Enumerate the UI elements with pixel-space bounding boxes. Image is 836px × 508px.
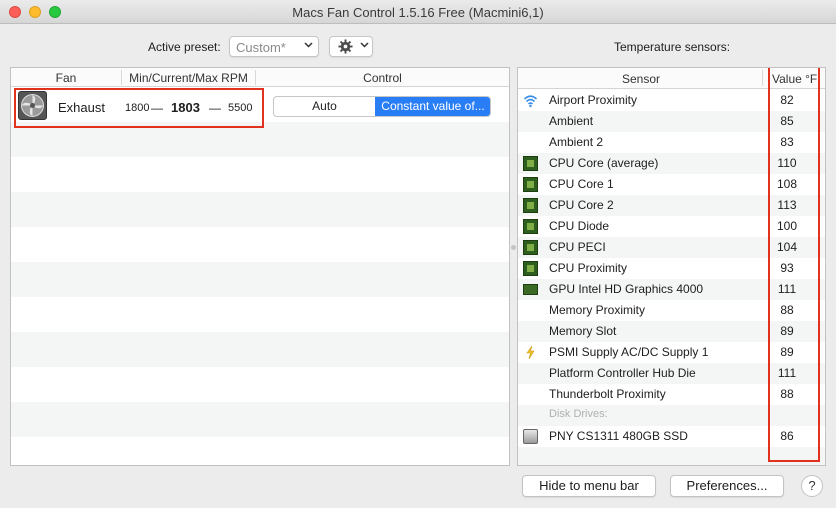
cpu-chip-icon	[523, 240, 538, 255]
disk-drive-icon	[523, 429, 538, 444]
disk-drives-group-label: Disk Drives:	[549, 408, 608, 420]
cpu-chip-icon	[523, 156, 538, 171]
chevron-down-icon	[360, 40, 369, 52]
sensor-name: CPU Core 2	[549, 198, 614, 212]
preset-select[interactable]: Custom*	[229, 36, 319, 57]
fan-table-header: Fan Min/Current/Max RPM Control	[11, 68, 509, 87]
gear-icon	[338, 39, 353, 57]
sensor-name: PNY CS1311 480GB SSD	[549, 429, 688, 443]
fan-control-segmented: Auto Constant value of...	[273, 96, 491, 117]
hide-to-menu-bar-button[interactable]: Hide to menu bar	[522, 475, 656, 497]
highlight-box	[14, 88, 264, 128]
sensor-name: GPU Intel HD Graphics 4000	[549, 282, 704, 296]
help-button[interactable]: ?	[801, 475, 823, 497]
table-row-empty	[11, 297, 509, 332]
preset-value: Custom*	[236, 40, 286, 55]
chevron-down-icon	[304, 40, 313, 52]
sensor-name: CPU PECI	[549, 240, 606, 254]
sensor-name: CPU Proximity	[549, 261, 628, 275]
split-view-divider[interactable]	[510, 240, 516, 256]
sensor-name: Ambient	[549, 114, 594, 128]
sensor-name: Memory Proximity	[549, 303, 646, 317]
gpu-card-icon	[523, 284, 538, 295]
highlight-box	[768, 68, 820, 462]
table-row-empty	[11, 402, 509, 437]
sensor-name: PSMI Supply AC/DC Supply 1	[549, 345, 709, 359]
control-auto-button[interactable]: Auto	[274, 97, 375, 116]
table-row-empty	[11, 262, 509, 297]
window-title: Macs Fan Control 1.5.16 Free (Macmini6,1…	[292, 5, 544, 20]
sensor-name: CPU Core 1	[549, 177, 614, 191]
column-header-sensor[interactable]: Sensor	[622, 72, 660, 86]
cpu-chip-icon	[523, 261, 538, 276]
sensor-name: Memory Slot	[549, 324, 617, 338]
control-constant-value-button[interactable]: Constant value of...	[375, 97, 490, 116]
sensor-table: Sensor Value °F Airport Proximity 82 Amb…	[517, 67, 826, 466]
column-header-control[interactable]: Control	[256, 71, 509, 85]
preset-actions-menu[interactable]	[329, 36, 373, 57]
sensor-name: CPU Core (average)	[549, 156, 659, 170]
table-row-empty	[11, 332, 509, 367]
lightning-icon	[523, 345, 538, 360]
table-row-empty	[11, 227, 509, 262]
temperature-sensors-label: Temperature sensors:	[614, 40, 731, 54]
title-bar: Macs Fan Control 1.5.16 Free (Macmini6,1…	[0, 0, 836, 24]
column-header-rpm[interactable]: Min/Current/Max RPM	[122, 71, 255, 85]
sensor-name: Airport Proximity	[549, 93, 638, 107]
wifi-icon	[523, 93, 538, 108]
sensor-name: Ambient 2	[549, 135, 604, 149]
table-row-empty	[11, 367, 509, 402]
cpu-chip-icon	[523, 219, 538, 234]
sensor-name: Thunderbolt Proximity	[549, 387, 666, 401]
cpu-chip-icon	[523, 198, 538, 213]
table-row-empty	[11, 192, 509, 227]
table-row-empty	[11, 437, 509, 465]
fan-table: Fan Min/Current/Max RPM Control Exhaust …	[10, 67, 510, 466]
sensor-name: Platform Controller Hub Die	[549, 366, 696, 380]
cpu-chip-icon	[523, 177, 538, 192]
active-preset-label: Active preset:	[148, 40, 221, 54]
sensor-name: CPU Diode	[549, 219, 610, 233]
table-row-empty	[11, 157, 509, 192]
preferences-button[interactable]: Preferences...	[670, 475, 784, 497]
column-header-fan[interactable]: Fan	[11, 71, 121, 85]
